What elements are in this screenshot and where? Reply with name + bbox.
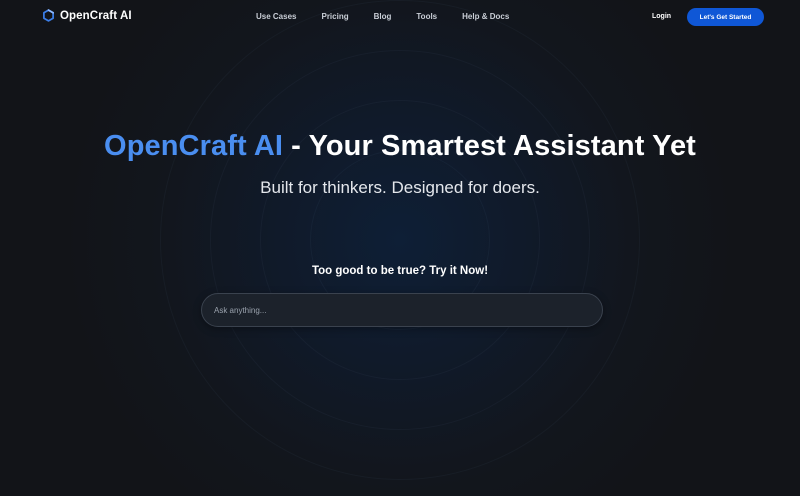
hero-title: OpenCraft AI - Your Smartest Assistant Y… [0, 130, 800, 163]
brand-logo[interactable]: OpenCraft AI [42, 9, 132, 22]
hero-title-rest: - Your Smartest Assistant Yet [283, 130, 696, 162]
hero-title-brand: OpenCraft AI [104, 130, 284, 162]
get-started-button[interactable]: Let's Get Started [687, 8, 764, 26]
background-ring [160, 0, 640, 480]
top-nav-bar: OpenCraft AI Use Cases Pricing Blog Tool… [0, 0, 800, 34]
try-it-tagline: Too good to be true? Try it Now! [311, 265, 489, 277]
page: OpenCraft AI Use Cases Pricing Blog Tool… [0, 0, 800, 496]
brand-name: OpenCraft AI [60, 9, 132, 22]
main-nav: Use Cases Pricing Blog Tools Help & Docs [256, 12, 534, 21]
ask-input[interactable] [202, 294, 602, 326]
hexagon-ring-icon [43, 9, 54, 22]
nav-tools[interactable]: Tools [416, 12, 437, 21]
nav-use-cases[interactable]: Use Cases [256, 12, 296, 21]
nav-help-docs[interactable]: Help & Docs [462, 12, 509, 21]
nav-pricing[interactable]: Pricing [321, 12, 348, 21]
hero-subtitle: Built for thinkers. Designed for doers. [260, 178, 540, 197]
ask-input-container [201, 293, 603, 327]
nav-blog[interactable]: Blog [374, 12, 392, 21]
login-link[interactable]: Login [652, 13, 671, 20]
